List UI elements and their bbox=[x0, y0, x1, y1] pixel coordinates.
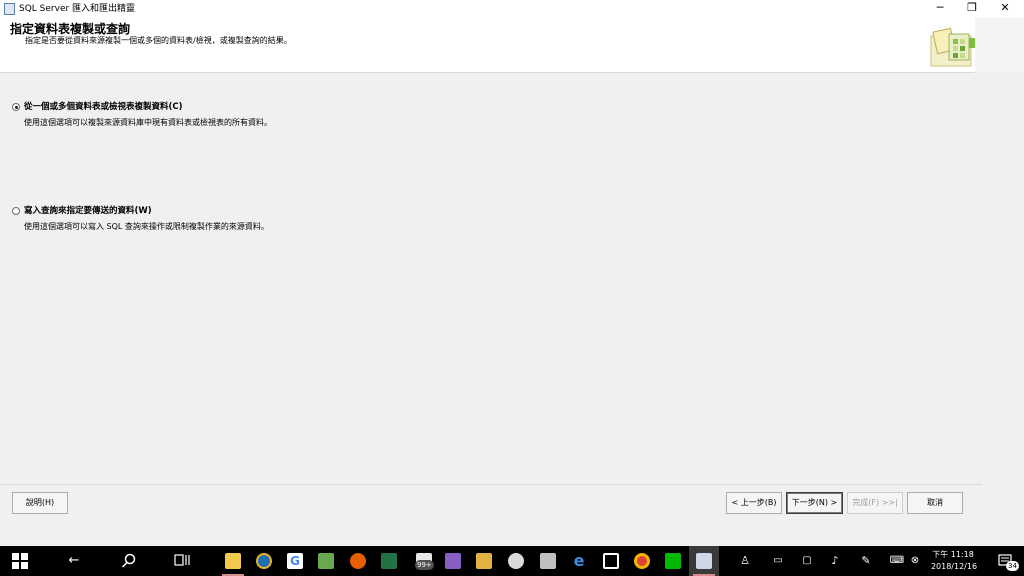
google-icon[interactable]: G bbox=[280, 546, 310, 576]
title-bar: SQL Server 匯入和匯出精靈 ─ ❐ ✕ bbox=[0, 0, 1024, 18]
visual-studio-icon[interactable] bbox=[438, 546, 468, 576]
line-icon[interactable] bbox=[658, 546, 688, 576]
wizard-header: 指定資料表複製或查詢 指定是否要從資料來源複製一個或多個的資料表/檢視，或複製查… bbox=[0, 18, 975, 73]
copy-tables-radio[interactable] bbox=[12, 103, 20, 111]
cancel-button[interactable]: 取消 bbox=[907, 492, 963, 514]
document-icon[interactable] bbox=[689, 546, 719, 576]
copy-tables-label[interactable]: 從一個或多個資料表或檢視表複製資料(C) bbox=[24, 101, 183, 113]
clock-time[interactable]: 下午 11:18 bbox=[928, 549, 978, 560]
footer-divider bbox=[0, 484, 982, 485]
app-icon bbox=[4, 3, 15, 15]
edge-icon[interactable]: e bbox=[564, 546, 594, 576]
mail-icon[interactable]: 99+ bbox=[407, 546, 441, 576]
media-player-icon[interactable] bbox=[249, 546, 279, 576]
help-button[interactable]: 說明(H) bbox=[12, 492, 68, 514]
windows-icon[interactable] bbox=[5, 546, 35, 576]
paint-icon[interactable] bbox=[501, 546, 531, 576]
restore-button[interactable]: ❐ bbox=[955, 0, 989, 18]
minimize-button[interactable]: ─ bbox=[923, 0, 957, 18]
battery-icon[interactable]: ▭ bbox=[763, 546, 793, 576]
close-button[interactable]: ✕ bbox=[988, 0, 1022, 18]
write-query-label[interactable]: 寫入查詢來指定要傳送的資料(W) bbox=[24, 205, 152, 217]
notification-count: 34 bbox=[1006, 561, 1019, 571]
back-arrow-icon[interactable]: ← bbox=[59, 546, 89, 576]
file-explorer-icon[interactable] bbox=[218, 546, 248, 576]
copy-tables-description: 使用這個選項可以複製來源資料庫中現有資料表或檢視表的所有資料。 bbox=[24, 118, 272, 127]
finish-button[interactable]: 完成(F) >>| bbox=[847, 492, 903, 514]
wizard-graphic-icon bbox=[930, 27, 975, 67]
paint-brush-icon[interactable] bbox=[533, 546, 563, 576]
write-query-description: 使用這個選項可以寫入 SQL 查詢來操作或限制複製作業的來源資料。 bbox=[24, 222, 269, 231]
task-view-icon[interactable] bbox=[167, 546, 197, 576]
back-button[interactable]: < 上一步(B) bbox=[726, 492, 782, 514]
banner-edge bbox=[975, 18, 1024, 73]
window-title: SQL Server 匯入和匯出精靈 bbox=[19, 4, 136, 14]
close-circle-icon[interactable]: ⊗ bbox=[904, 546, 926, 576]
notepad-icon[interactable] bbox=[311, 546, 341, 576]
write-query-radio[interactable] bbox=[12, 207, 20, 215]
page-subtitle: 指定是否要從資料來源複製一個或多個的資料表/檢視，或複製查詢的結果。 bbox=[25, 36, 292, 45]
clock-date[interactable]: 2018/12/16 bbox=[926, 561, 982, 572]
firefox-icon[interactable] bbox=[343, 546, 373, 576]
sql-tool-icon[interactable] bbox=[469, 546, 499, 576]
people-icon[interactable]: ♙ bbox=[730, 546, 760, 576]
action-center-icon[interactable]: 34 bbox=[990, 546, 1020, 576]
volume-icon[interactable]: ♪ bbox=[820, 546, 850, 576]
notification-badge: 99+ bbox=[415, 560, 434, 570]
next-button[interactable]: 下一步(N) > bbox=[786, 492, 843, 514]
chrome-icon[interactable] bbox=[627, 546, 657, 576]
taskbar: ← G 99+ e ♙ ▭ ▢ ♪ ✎ ⌨ ⊗ 下午 11:18 2018/12… bbox=[0, 546, 1024, 576]
network-icon[interactable]: ▢ bbox=[792, 546, 822, 576]
news-icon[interactable] bbox=[596, 546, 626, 576]
search-icon[interactable] bbox=[114, 546, 144, 576]
pen-icon[interactable]: ✎ bbox=[851, 546, 881, 576]
excel-icon[interactable] bbox=[374, 546, 404, 576]
